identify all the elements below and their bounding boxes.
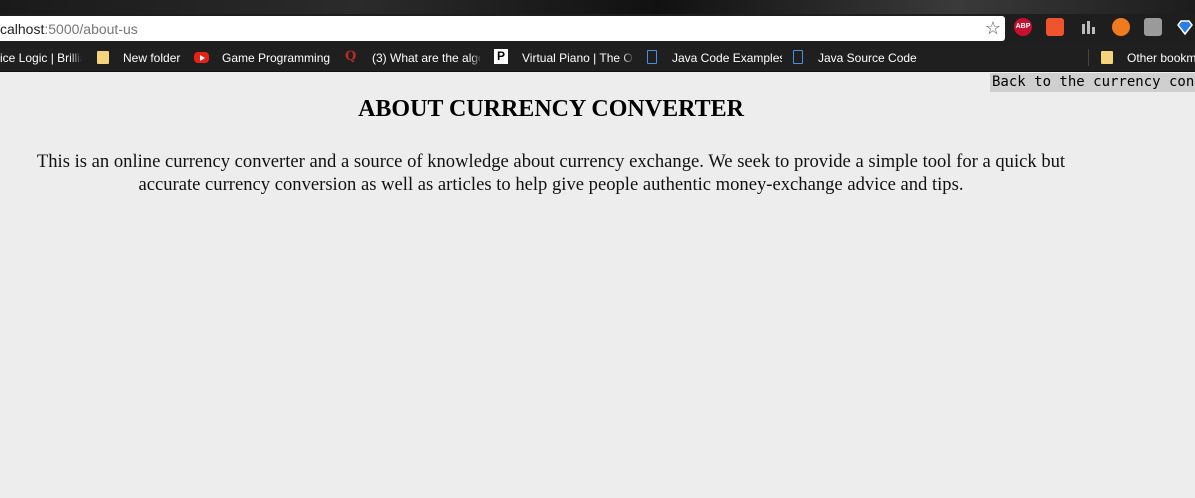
piano-icon: P <box>494 49 508 64</box>
url-text[interactable]: calhost:5000/about-us <box>0 21 138 37</box>
bookmark-item[interactable]: Virtual Piano | The O <box>522 50 632 66</box>
page-title: ABOUT CURRENCY CONVERTER <box>358 96 744 122</box>
other-bookmarks[interactable]: Other bookm <box>1127 50 1195 66</box>
bookmark-item[interactable]: (3) What are the algo <box>372 50 480 66</box>
bookmark-item[interactable]: Game Programming <box>222 50 330 66</box>
puzzle-icon[interactable] <box>1144 18 1162 36</box>
basketball-icon[interactable] <box>1112 18 1130 36</box>
bookmark-item[interactable]: Java Code Examples <box>672 50 782 66</box>
bookmark-item[interactable]: Java Source Code <box>818 50 918 66</box>
page-content: Back to the currency conve ABOUT CURRENC… <box>0 72 1195 498</box>
extension-icon-2[interactable] <box>1046 18 1064 36</box>
back-to-converter-link[interactable]: Back to the currency conve <box>990 73 1195 92</box>
document-icon <box>793 50 803 64</box>
diamond-icon[interactable] <box>1176 18 1194 36</box>
window-top-strip <box>0 0 1195 14</box>
document-icon <box>647 50 657 64</box>
address-bar-row: calhost:5000/about-us ☆ ABP <box>0 14 1195 44</box>
adblock-icon[interactable]: ABP <box>1014 18 1032 36</box>
url-host: calhost <box>0 21 45 37</box>
bookmark-item[interactable]: New folder <box>123 50 185 66</box>
bookmarks-divider <box>1088 49 1089 66</box>
quora-icon: Q <box>345 49 357 64</box>
address-bar[interactable]: calhost:5000/about-us ☆ <box>0 16 1005 41</box>
about-paragraph: This is an online currency converter and… <box>36 151 1066 195</box>
bar-chart-icon[interactable] <box>1080 18 1098 36</box>
bookmarks-bar: ice Logic | Brillia New folder Game Prog… <box>0 44 1195 72</box>
folder-icon <box>97 51 109 64</box>
url-path: :5000/about-us <box>44 21 138 37</box>
youtube-icon <box>194 52 209 63</box>
folder-icon <box>1101 51 1113 64</box>
bookmark-star-icon[interactable]: ☆ <box>985 17 1001 39</box>
